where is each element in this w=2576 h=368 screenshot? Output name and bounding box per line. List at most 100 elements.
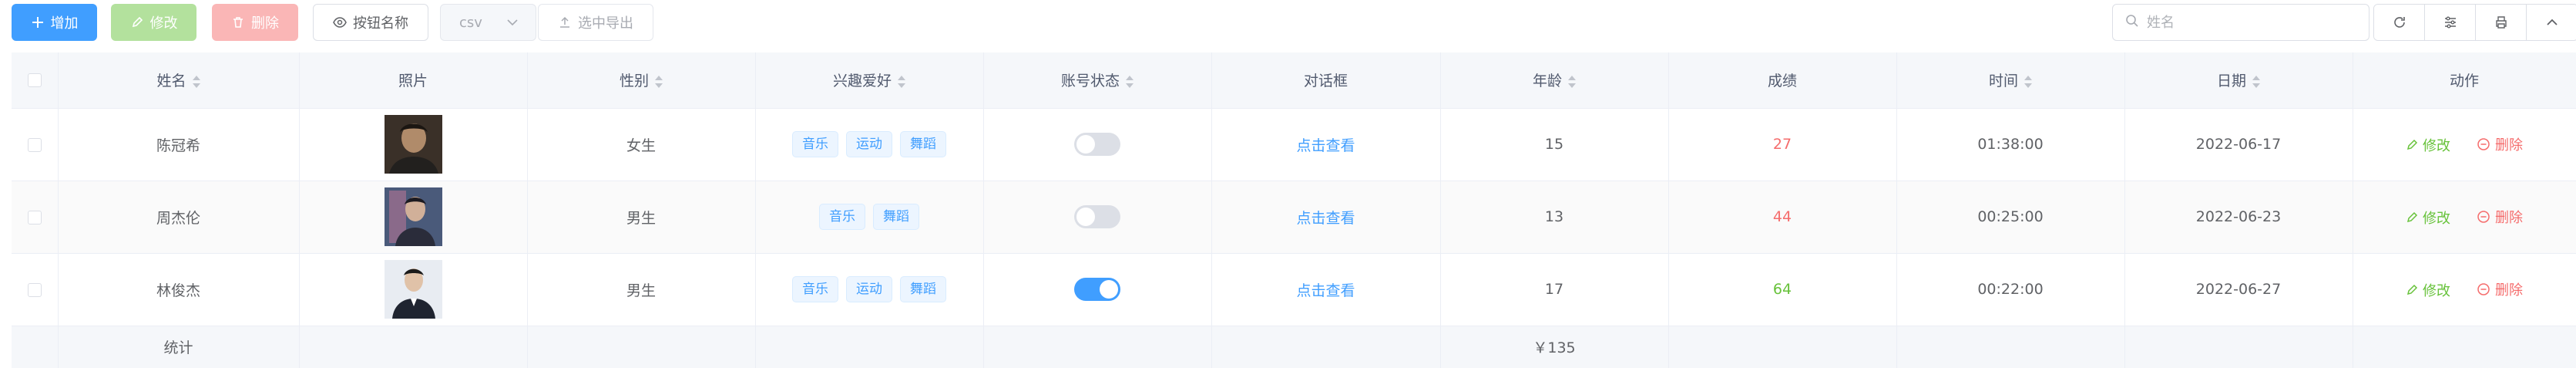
gender-cell: 女生 [527,108,756,181]
header-name[interactable]: 姓名 [58,52,300,109]
age-cell: 17 [1440,253,1669,326]
header-gender-label: 性别 [619,73,649,90]
add-button-label: 增加 [50,15,79,32]
row-edit-button[interactable]: 修改 [2406,135,2450,155]
gender-cell: 男生 [527,181,756,254]
header-score-label: 成绩 [1767,73,1797,90]
photo-cell [299,253,528,326]
format-select-value: csv [459,14,482,31]
status-toggle[interactable] [1074,133,1120,156]
columns-button[interactable]: 按钮名称 [313,4,428,41]
sort-icon[interactable] [1568,75,1576,88]
summary-empty-cell [2124,326,2353,368]
header-date[interactable]: 日期 [2124,52,2353,109]
select-all-checkbox[interactable] [27,73,42,88]
export-selected-button[interactable]: 选中导出 [538,4,653,41]
delete-button[interactable]: 删除 [212,4,298,41]
row-edit-label: 修改 [2422,137,2450,154]
summary-age-total: ￥135 [1440,326,1669,368]
header-action-label: 动作 [2449,73,2479,90]
header-time[interactable]: 时间 [1896,52,2125,109]
header-dialog: 对话框 [1211,52,1441,109]
format-select[interactable]: csv [440,4,536,41]
sort-icon[interactable] [898,75,905,88]
sort-icon[interactable] [1126,75,1134,88]
table-tools [2373,4,2576,41]
name-cell: 周杰伦 [58,181,300,254]
summary-row: 统计 ￥135 [12,326,2576,368]
header-gender[interactable]: 性别 [527,52,756,109]
summary-empty-cell [527,326,756,368]
header-status-label: 账号状态 [1060,73,1120,90]
score-value: 27 [1772,136,1792,153]
summary-empty-cell [983,326,1212,368]
header-photo-label: 照片 [398,73,428,90]
row-delete-button[interactable]: 删除 [2477,279,2523,299]
row-edit-button[interactable]: 修改 [2406,280,2450,300]
row-delete-button[interactable]: 删除 [2477,207,2523,227]
summary-label: 统计 [58,326,300,368]
summary-empty-cell [755,326,984,368]
summary-empty-cell [2353,326,2576,368]
status-cell [983,181,1212,254]
refresh-icon[interactable] [2374,5,2425,40]
hobby-cell: 音乐 舞蹈 [755,181,984,254]
header-hobby[interactable]: 兴趣爱好 [755,52,984,109]
score-cell: 64 [1668,253,1897,326]
print-icon[interactable] [2476,5,2527,40]
collapse-icon[interactable] [2527,5,2576,40]
hobby-cell: 音乐 运动 舞蹈 [755,108,984,181]
avatar-photo[interactable] [384,187,442,246]
add-button[interactable]: 增加 [12,4,97,41]
dialog-cell: 点击查看 [1211,253,1441,326]
row-edit-button[interactable]: 修改 [2406,208,2450,228]
view-dialog-link[interactable]: 点击查看 [1296,137,1355,154]
sort-icon[interactable] [192,75,200,88]
dialog-cell: 点击查看 [1211,181,1441,254]
plus-icon [31,15,45,29]
search-input[interactable] [2147,14,2347,31]
header-age-label: 年龄 [1532,73,1562,90]
sort-icon[interactable] [2252,75,2260,88]
edit-button[interactable]: 修改 [111,4,196,41]
toggle-knob [1100,280,1118,299]
header-score: 成绩 [1668,52,1897,109]
dialog-cell: 点击查看 [1211,108,1441,181]
hobby-tag: 运动 [846,276,892,302]
filter-icon[interactable] [2425,5,2476,40]
view-dialog-link[interactable]: 点击查看 [1296,210,1355,227]
header-dialog-label: 对话框 [1303,73,1348,90]
row-checkbox[interactable] [27,282,42,297]
avatar-photo[interactable] [384,115,442,174]
hobby-tag: 舞蹈 [900,131,946,157]
eye-icon [333,15,347,29]
row-checkbox[interactable] [27,137,42,152]
view-dialog-link[interactable]: 点击查看 [1296,282,1355,299]
pencil-icon [2406,284,2418,295]
row-delete-label: 删除 [2495,137,2524,154]
header-age[interactable]: 年龄 [1440,52,1669,109]
table-row: 周杰伦 男生 音乐 舞蹈 点击查看 13 44 00:25:00 2022-06-… [12,181,2576,254]
photo-cell [299,108,528,181]
header-status[interactable]: 账号状态 [983,52,1212,109]
pencil-icon [2406,139,2418,150]
hobby-tag: 运动 [846,131,892,157]
pencil-icon [130,15,144,29]
sort-icon[interactable] [655,75,663,88]
header-name-label: 姓名 [156,73,186,90]
select-all-cell [12,52,59,109]
sort-icon[interactable] [2024,75,2032,88]
avatar-photo[interactable] [384,260,442,319]
date-cell: 2022-06-17 [2124,108,2353,181]
data-table: 姓名 照片 性别 兴趣爱好 账号状态 对话框 年龄 成绩 时间 日期 动作 陈冠… [12,52,2576,368]
export-icon [558,15,572,29]
status-toggle[interactable] [1074,278,1120,301]
status-toggle[interactable] [1074,205,1120,228]
row-delete-label: 删除 [2495,209,2524,226]
header-time-label: 时间 [1988,73,2018,90]
row-checkbox[interactable] [27,210,42,225]
row-delete-label: 删除 [2495,282,2524,299]
row-delete-button[interactable]: 删除 [2477,134,2523,154]
score-cell: 44 [1668,181,1897,254]
hobby-tag: 舞蹈 [873,204,919,230]
